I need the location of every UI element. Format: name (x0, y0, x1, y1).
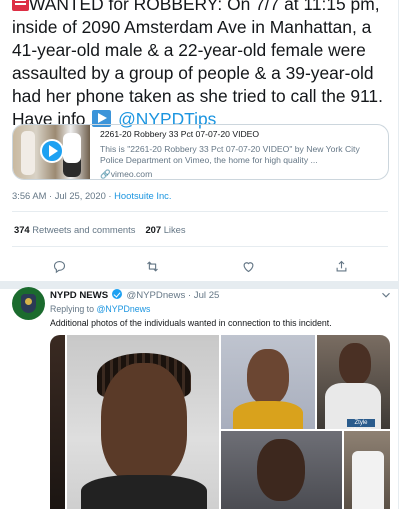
nypd-badge-icon (21, 294, 36, 313)
display-name[interactable]: NYPD NEWS (50, 290, 108, 301)
retweets-stat[interactable]: 374 Retweets and comments (14, 224, 135, 235)
thread-separator (0, 281, 398, 289)
likes-stat[interactable]: 207 Likes (145, 224, 185, 235)
photo-3[interactable] (221, 335, 315, 429)
likes-label: Likes (163, 224, 186, 235)
timeline-column: WANTED for ROBBERY: On 7/7 at 11:15 pm, … (0, 0, 399, 509)
retweet-button[interactable] (140, 255, 164, 277)
more-options-button[interactable] (379, 288, 393, 302)
user-handle[interactable]: @NYPDnews (126, 290, 185, 301)
reply-button[interactable] (47, 255, 71, 277)
photo-1[interactable] (50, 335, 65, 509)
siren-emoji-icon (12, 0, 29, 11)
like-button[interactable] (236, 255, 260, 277)
divider (12, 211, 388, 212)
reply-text: Additional photos of the individuals wan… (50, 318, 332, 328)
link-icon: 🔗 (100, 168, 111, 179)
retweet-icon (146, 261, 158, 271)
photo-4[interactable]: Ztyle clippers (317, 335, 390, 429)
replying-to: Replying to @NYPDnews (50, 304, 150, 314)
reply-header: NYPD NEWS @NYPDnews · Jul 25 (50, 289, 219, 301)
video-thumbnail[interactable] (13, 125, 90, 179)
photo-tag: Ztyle clippers (347, 419, 375, 429)
photo-grid: Ztyle clippers (50, 335, 390, 509)
photo-6[interactable] (344, 431, 390, 509)
retweets-label: Retweets and comments (32, 224, 136, 235)
retweets-count: 374 (14, 224, 30, 235)
card-title: 2261-20 Robbery 33 Pct 07-07-20 VIDEO (100, 129, 260, 139)
replying-to-handle[interactable]: @NYPDnews (96, 304, 150, 314)
meta-separator: · (105, 190, 115, 201)
nypd-news-avatar[interactable] (12, 287, 45, 320)
tweet-stats: 374 Retweets and comments 207 Likes (14, 224, 186, 235)
tweet-text: WANTED for ROBBERY: On 7/7 at 11:15 pm, … (12, 0, 392, 131)
verified-badge-icon (111, 289, 122, 299)
replying-to-label: Replying to (50, 304, 95, 314)
heart-icon (243, 261, 253, 272)
tweet-metadata: 3:56 AM · Jul 25, 2020 · Hootsuite Inc. (12, 190, 171, 201)
reply-date[interactable]: Jul 25 (194, 290, 220, 301)
header-dot: · (187, 290, 192, 301)
likes-count: 207 (145, 224, 162, 235)
play-icon[interactable] (40, 139, 64, 163)
tweet-source-link[interactable]: Hootsuite Inc. (114, 190, 171, 201)
share-button[interactable] (329, 255, 353, 277)
reply-icon (53, 260, 65, 273)
link-preview-card[interactable]: 2261-20 Robbery 33 Pct 07-07-20 VIDEO Th… (12, 124, 389, 180)
card-domain-text: vimeo.com (110, 168, 153, 179)
card-domain: 🔗vimeo.com (100, 168, 382, 180)
tweet-timestamp[interactable]: 3:56 AM · Jul 25, 2020 (12, 190, 106, 201)
divider (12, 246, 388, 247)
photo-2[interactable] (67, 335, 219, 509)
card-description: This is "2261-20 Robbery 33 Pct 07-07-20… (100, 143, 360, 166)
chevron-down-icon (382, 292, 390, 298)
tweet-actions (0, 255, 398, 277)
photo-5[interactable] (221, 431, 342, 509)
share-icon (336, 260, 346, 271)
